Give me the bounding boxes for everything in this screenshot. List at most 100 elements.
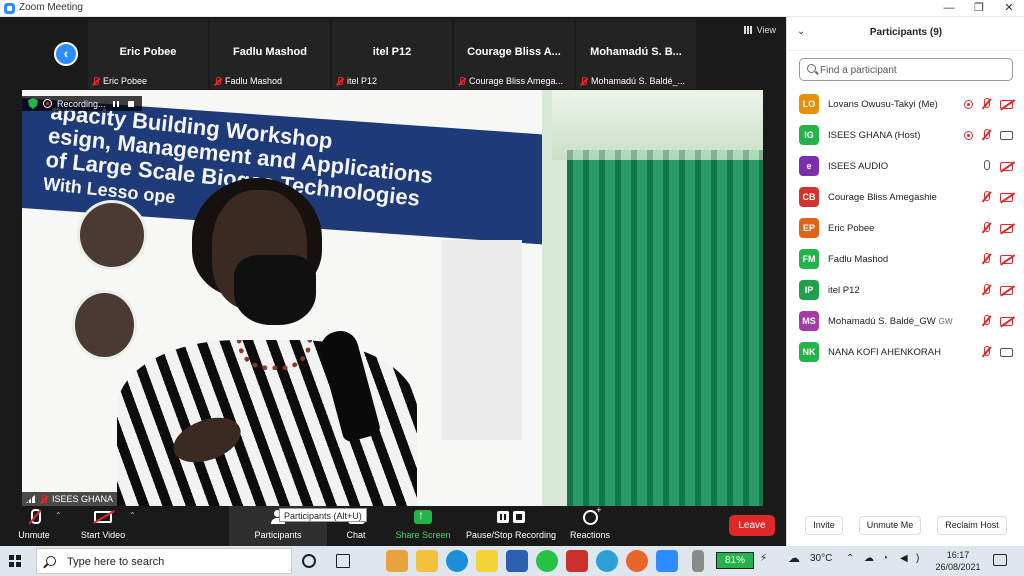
tile-footer-name: Courage Bliss Amega...	[469, 76, 564, 86]
video-off-icon	[1000, 285, 1013, 295]
share-screen-button[interactable]: Share Screen	[394, 506, 452, 546]
whatsapp-icon[interactable]	[536, 550, 558, 572]
minimize-button[interactable]: —	[934, 0, 964, 17]
pause-stop-recording-button[interactable]: Pause/Stop Recording	[464, 506, 558, 546]
participant-search[interactable]	[799, 58, 1013, 81]
mic-muted-icon	[981, 253, 992, 265]
tile-name: Courage Bliss A...	[467, 46, 561, 58]
cortana-icon[interactable]	[302, 554, 316, 568]
avatar: LO	[799, 94, 819, 114]
mic-muted-icon	[981, 346, 992, 358]
chrome-app-icon[interactable]	[386, 550, 408, 572]
tile-name: Mohamadú S. B...	[590, 46, 682, 58]
stop-recording-icon[interactable]	[126, 99, 136, 109]
record-icon	[43, 99, 52, 108]
unmute-label: Unmute	[18, 530, 50, 540]
pause-recording-icon[interactable]	[111, 99, 121, 109]
avatar: e	[799, 156, 819, 176]
video-off-icon	[1000, 161, 1013, 171]
unmute-button[interactable]: Unmute	[12, 506, 56, 546]
participant-row[interactable]: IG ISEES GHANA (Host)	[787, 121, 1024, 152]
participant-row[interactable]: MS Mohamadú S. Baldé_GW GW	[787, 307, 1024, 338]
chat-label: Chat	[346, 530, 366, 540]
windows-taskbar: Type here to search 81% ⚡ ☁ 30°C ⌃ ☁ ◔ ◀…	[0, 546, 1024, 576]
participant-status-icons	[981, 191, 1013, 203]
tray-expand-icon[interactable]: ⌃	[846, 553, 854, 564]
mic-muted-icon	[981, 315, 992, 327]
volume-icon[interactable]: ◀	[900, 553, 908, 564]
battery-indicator[interactable]: 81%	[716, 552, 754, 569]
taskbar-clock[interactable]: 16:17 26/08/2021	[930, 549, 986, 573]
notifications-icon[interactable]	[993, 554, 1007, 566]
wifi-icon[interactable]: ◔	[882, 553, 888, 564]
usb-device-icon[interactable]	[692, 550, 704, 572]
restore-button[interactable]: ❐	[964, 0, 994, 17]
participant-name-text: Lovans Owusu-Takyi (Me)	[828, 99, 938, 110]
participant-row[interactable]: e ISEES AUDIO	[787, 152, 1024, 183]
mic-muted-icon	[457, 76, 466, 86]
participants-label: Participants	[254, 530, 302, 540]
participant-row[interactable]: NK NANA KOFI AHENKORAH	[787, 338, 1024, 369]
video-tile[interactable]: itel P12 itel P12	[332, 19, 452, 89]
participant-name-text: Fadlu Mashod	[828, 254, 889, 265]
participant-status-icons	[964, 98, 1013, 110]
sticky-notes-icon[interactable]	[476, 550, 498, 572]
firefox-icon[interactable]	[626, 550, 648, 572]
invite-button[interactable]: Invite	[805, 516, 843, 535]
volume-level-icon[interactable]: )	[916, 553, 919, 564]
zoom-taskbar-icon[interactable]	[656, 550, 678, 572]
reactions-label: Reactions	[569, 530, 611, 540]
participant-name-text: ISEES GHANA (Host)	[828, 130, 921, 141]
video-tile[interactable]: Mohamadú S. B... Mohamadú S. Baldé_...	[576, 19, 696, 89]
participant-row[interactable]: FM Fadlu Mashod	[787, 245, 1024, 276]
active-speaker-video[interactable]: apacity Building Workshop esign, Managem…	[22, 90, 763, 506]
participant-name-text: itel P12	[828, 285, 860, 296]
video-tile[interactable]: Eric Pobee Eric Pobee	[88, 19, 208, 89]
mic-muted-icon	[981, 98, 992, 110]
telegram-icon[interactable]	[596, 550, 618, 572]
participant-search-input[interactable]	[820, 62, 1005, 78]
mic-muted-icon	[981, 284, 992, 296]
view-button[interactable]: View	[743, 25, 776, 35]
participants-tooltip: Participants (Alt+U)	[279, 508, 367, 522]
weather-cloud-icon[interactable]: ☁	[788, 551, 800, 565]
reactions-button[interactable]: Reactions	[568, 505, 612, 546]
start-video-button[interactable]: Start Video	[74, 506, 132, 546]
word-icon[interactable]	[506, 550, 528, 572]
clock-time: 16:17	[946, 550, 970, 560]
participant-name-text: NANA KOFI AHENKORAH	[828, 347, 941, 358]
windows-start-icon[interactable]	[9, 555, 21, 567]
video-icon	[1000, 347, 1013, 357]
audio-options-caret-icon[interactable]: ⌃	[55, 511, 62, 520]
reclaim-host-button[interactable]: Reclaim Host	[937, 516, 1007, 535]
participant-name: Fadlu Mashod	[828, 254, 888, 265]
participant-row[interactable]: LO Lovans Owusu-Takyi (Me)	[787, 90, 1024, 121]
participant-status-icons	[981, 284, 1013, 296]
zoom-app-icon	[4, 3, 15, 14]
video-tile[interactable]: Fadlu Mashod Fadlu Mashod	[210, 19, 330, 89]
taskbar-search[interactable]: Type here to search	[36, 548, 292, 574]
participant-row[interactable]: EP Eric Pobee	[787, 214, 1024, 245]
participant-name-text: Eric Pobee	[828, 223, 875, 234]
leave-button[interactable]: Leave	[729, 515, 775, 536]
video-off-icon	[94, 511, 112, 523]
edge-icon[interactable]	[446, 550, 468, 572]
shield-icon	[28, 98, 38, 109]
participant-row[interactable]: IP itel P12	[787, 276, 1024, 307]
participant-name: ISEES AUDIO	[828, 161, 888, 172]
video-tile[interactable]: Courage Bliss A... Courage Bliss Amega..…	[454, 19, 574, 89]
mic-muted-icon	[981, 222, 992, 234]
onedrive-icon[interactable]: ☁	[864, 553, 874, 564]
file-explorer-icon[interactable]	[416, 550, 438, 572]
participant-row[interactable]: CB Courage Bliss Amegashie	[787, 183, 1024, 214]
task-view-icon[interactable]	[336, 554, 350, 568]
participant-status-icons	[981, 346, 1013, 358]
video-off-icon	[1000, 99, 1013, 109]
video-options-caret-icon[interactable]: ⌃	[129, 511, 136, 520]
mic-muted-icon	[579, 76, 588, 86]
previous-page-button[interactable]: ‹	[54, 42, 78, 66]
close-button[interactable]: ✕	[994, 0, 1024, 17]
unmute-me-button[interactable]: Unmute Me	[859, 516, 921, 535]
vivaldi-icon[interactable]	[566, 550, 588, 572]
participant-name: Lovans Owusu-Takyi (Me)	[828, 99, 938, 110]
